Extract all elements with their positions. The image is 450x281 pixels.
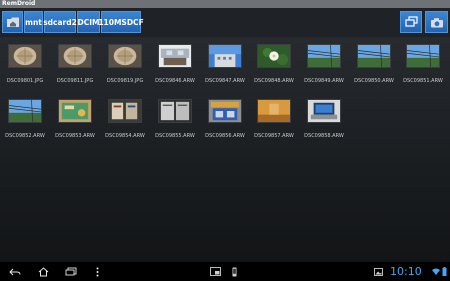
file-name: DSC09857.ARW (254, 133, 294, 139)
file-thumbnail[interactable] (208, 99, 242, 123)
file-name: DSC09851.ARW (403, 78, 443, 84)
file-name: DSC09849.ARW (304, 78, 344, 84)
app-title: RemDroid (0, 0, 450, 8)
screen-icon (209, 267, 221, 276)
file-name: DSC09852.ARW (5, 133, 45, 139)
system-navigation-bar: 10:10 (0, 262, 450, 281)
gallery-notification[interactable] (372, 262, 384, 281)
home-icon (38, 266, 48, 276)
file-thumbnail[interactable] (257, 44, 291, 68)
battery-icon (442, 267, 446, 276)
recent-apps-icon (65, 267, 77, 276)
home-button[interactable] (36, 262, 50, 281)
breadcrumb: mnt sdcard2 DCIM 110MSDCF (0, 8, 450, 37)
breadcrumb-segment-110msdcf[interactable]: 110MSDCF (98, 11, 144, 33)
breadcrumb-home[interactable] (2, 11, 23, 33)
file-thumbnail[interactable] (108, 44, 142, 68)
file-thumbnail[interactable] (158, 99, 192, 123)
phone-icon (232, 267, 236, 276)
file-thumbnail[interactable] (108, 99, 142, 123)
recent-apps-button[interactable] (64, 262, 78, 281)
wifi-icon (431, 268, 440, 275)
file-name: DSC09819.JPG (106, 78, 144, 84)
file-thumbnail[interactable] (257, 99, 291, 123)
app-window: RemDroid mnt sdcard2 DCIM 110MSDCF DSC09… (0, 0, 450, 281)
camera-icon (430, 17, 443, 27)
file-name: DSC09848.ARW (254, 78, 294, 84)
file-name: DSC09856.ARW (205, 133, 245, 139)
file-thumbnail[interactable] (158, 44, 192, 68)
overflow-menu-icon (96, 267, 98, 276)
camera-button[interactable] (425, 11, 448, 33)
folder-home-icon (6, 17, 19, 27)
file-name: DSC09847.ARW (205, 78, 245, 84)
file-thumbnail[interactable] (307, 99, 341, 123)
screenshot-notification[interactable] (208, 262, 222, 281)
usb-notification[interactable] (230, 262, 238, 281)
file-thumbnail[interactable] (406, 44, 440, 68)
back-icon (9, 268, 21, 275)
breadcrumb-segment-sdcard2[interactable]: sdcard2 (43, 11, 77, 33)
file-thumbnail[interactable] (307, 44, 341, 68)
wifi-indicator (431, 262, 440, 281)
file-thumbnail[interactable] (208, 44, 242, 68)
multi-window-button[interactable] (400, 11, 422, 33)
file-name: DSC09846.ARW (155, 78, 195, 84)
battery-indicator (440, 262, 448, 281)
menu-button[interactable] (93, 262, 101, 281)
file-name: DSC09854.ARW (105, 133, 145, 139)
file-name: DSC09850.ARW (354, 78, 394, 84)
back-button[interactable] (8, 262, 22, 281)
file-thumbnail[interactable] (58, 99, 92, 123)
file-thumbnail[interactable] (8, 44, 42, 68)
file-name: DSC09811.JPG (56, 78, 94, 84)
file-thumbnail[interactable] (8, 99, 42, 123)
breadcrumb-segment-mnt[interactable]: mnt (24, 11, 43, 33)
file-name: DSC09853.ARW (55, 133, 95, 139)
multi-window-icon (404, 16, 418, 27)
file-name: DSC09858.ARW (304, 133, 344, 139)
breadcrumb-segment-dcim[interactable]: DCIM (77, 11, 100, 33)
file-thumbnail[interactable] (357, 44, 391, 68)
file-name: DSC09855.ARW (155, 133, 195, 139)
clock[interactable]: 10:10 (390, 264, 432, 279)
file-thumbnail[interactable] (58, 44, 92, 68)
file-name: DSC09801.JPG (6, 78, 44, 84)
image-icon (373, 267, 383, 276)
